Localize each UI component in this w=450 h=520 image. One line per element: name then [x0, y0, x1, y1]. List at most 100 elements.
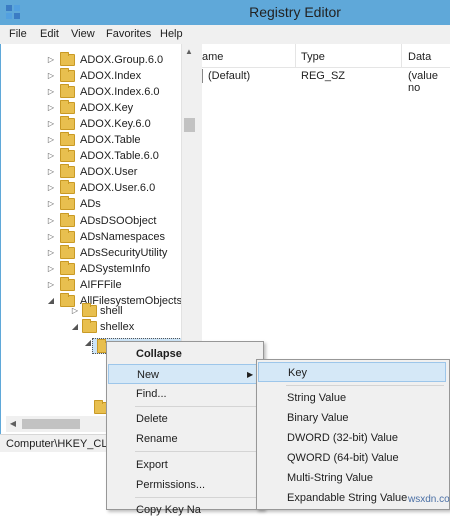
tree-label: AIFFFile	[80, 279, 122, 291]
column-type-header[interactable]: Type	[301, 51, 325, 63]
folder-icon	[60, 148, 75, 162]
menu-label: Rename	[136, 433, 178, 445]
status-path: Computer\HKEY_CL	[6, 438, 108, 450]
tree-row[interactable]: ▷ ADOX.Key	[46, 100, 196, 116]
scroll-up-arrow-icon[interactable]: ▲	[181, 44, 197, 60]
folder-icon	[60, 84, 75, 98]
menu-item-collapse[interactable]: Collapse	[108, 344, 260, 364]
menu-label: Collapse	[136, 348, 182, 360]
tree-label: ADSystemInfo	[80, 263, 151, 275]
tree-row[interactable]: ▷ ADOX.User.6.0	[46, 180, 196, 196]
tree-row[interactable]: ▷ ADOX.Index	[46, 68, 196, 84]
expand-arrow-icon[interactable]: ▷	[46, 132, 56, 148]
column-separator	[295, 44, 296, 67]
expand-arrow-icon[interactable]: ▷	[70, 303, 80, 319]
tree-row[interactable]: ▷ ADsNamespaces	[46, 229, 196, 245]
menu-label: Export	[136, 459, 168, 471]
tree-row[interactable]: ▷ ADOX.Group.6.0	[46, 52, 196, 68]
value-data: (value no	[408, 70, 438, 94]
menu-item-find[interactable]: Find...	[108, 384, 260, 404]
folder-icon	[60, 164, 75, 178]
menu-separator	[135, 451, 259, 452]
folder-icon	[60, 180, 75, 194]
tree-row[interactable]: ▷ ADsDSOObject	[46, 213, 196, 229]
value-name: (Default)	[208, 70, 251, 82]
tree-row[interactable]: ▷ ADsSecurityUtility	[46, 245, 196, 261]
expand-arrow-icon[interactable]: ▷	[46, 261, 56, 277]
expand-arrow-icon[interactable]: ▷	[46, 100, 56, 116]
menu-item-new[interactable]: New ▶	[108, 364, 260, 384]
tree-row[interactable]: ▷ AIFFFile	[46, 277, 196, 293]
tree-label: ADOX.Index.6.0	[80, 86, 160, 98]
menu-label: New	[137, 369, 160, 381]
tree-row[interactable]: ▷ ADOX.Table.6.0	[46, 148, 196, 164]
menu-label: String Value	[287, 392, 347, 404]
submenu-item-qword-value[interactable]: QWORD (64-bit) Value	[258, 448, 446, 468]
expand-arrow-icon[interactable]: ▷	[46, 148, 56, 164]
menu-item-permissions[interactable]: Permissions...	[108, 475, 260, 495]
tree-label: ADOX.User	[80, 166, 138, 178]
expand-arrow-icon[interactable]: ▷	[46, 84, 56, 100]
window-title: Registry Editor	[249, 4, 341, 20]
menu-separator	[135, 406, 259, 407]
menu-favorites[interactable]: Favorites	[106, 28, 151, 40]
values-list-header: ame Type Data	[202, 44, 450, 68]
menu-label: QWORD (64-bit) Value	[287, 452, 399, 464]
menu-item-delete[interactable]: Delete	[108, 409, 260, 429]
submenu-item-key[interactable]: Key	[258, 362, 446, 382]
expand-arrow-icon[interactable]: ▷	[46, 213, 56, 229]
expand-arrow-icon[interactable]: ▷	[46, 68, 56, 84]
expand-arrow-icon[interactable]: ▷	[46, 52, 56, 68]
tree-row-shell[interactable]: ▷ shell	[0, 303, 180, 319]
expand-arrow-icon[interactable]: ▷	[46, 164, 56, 180]
scroll-left-arrow-icon[interactable]: ◀	[6, 416, 20, 432]
submenu-item-dword-value[interactable]: DWORD (32-bit) Value	[258, 428, 446, 448]
folder-icon	[60, 213, 75, 227]
tree-row[interactable]: ▷ ADs	[46, 196, 196, 212]
expand-arrow-icon[interactable]: ▷	[46, 229, 56, 245]
tree-row[interactable]: ▷ ADOX.Index.6.0	[46, 84, 196, 100]
menu-separator	[286, 385, 444, 386]
menu-item-rename[interactable]: Rename	[108, 429, 260, 449]
tree-row[interactable]: ▷ ADSystemInfo	[46, 261, 196, 277]
tree-row[interactable]: ▷ ADOX.Table	[46, 132, 196, 148]
folder-icon	[60, 132, 75, 146]
folder-icon	[60, 100, 75, 114]
horizontal-scroll-thumb[interactable]	[22, 419, 80, 429]
menu-help[interactable]: Help	[160, 28, 183, 40]
tree-row-shellex[interactable]: ◢ shellex	[0, 319, 180, 335]
menu-edit[interactable]: Edit	[40, 28, 59, 40]
tree-label: ADsSecurityUtility	[80, 247, 168, 259]
menu-item-export[interactable]: Export	[108, 455, 260, 475]
menu-bar: File Edit View Favorites Help	[0, 25, 450, 45]
folder-icon	[60, 116, 75, 130]
column-separator	[401, 44, 402, 67]
submenu-item-string-value[interactable]: String Value	[258, 388, 446, 408]
folder-icon	[60, 196, 75, 210]
collapse-arrow-icon[interactable]: ◢	[83, 338, 93, 354]
tree-label: ADOX.Table.6.0	[80, 150, 159, 162]
menu-view[interactable]: View	[71, 28, 95, 40]
menu-item-copy-key-name[interactable]: Copy Key Na	[108, 500, 260, 520]
value-row[interactable]: (Default) REG_SZ (value no	[202, 69, 450, 94]
tree-label: ADs	[80, 198, 101, 210]
tree-label: ADsDSOObject	[80, 215, 157, 227]
expand-arrow-icon[interactable]: ▷	[46, 180, 56, 196]
column-data-header[interactable]: Data	[408, 51, 431, 63]
tree-row[interactable]: ▷ ADOX.User	[46, 164, 196, 180]
collapse-arrow-icon[interactable]: ◢	[70, 319, 80, 335]
column-name-header[interactable]: ame	[202, 51, 223, 63]
submenu-item-multi-string-value[interactable]: Multi-String Value	[258, 468, 446, 488]
tree-row[interactable]: ▷ ADOX.Key.6.0	[46, 116, 196, 132]
value-type: REG_SZ	[301, 70, 346, 82]
submenu-item-binary-value[interactable]: Binary Value	[258, 408, 446, 428]
menu-file[interactable]: File	[9, 28, 27, 40]
menu-label: Permissions...	[136, 479, 206, 491]
folder-icon	[82, 303, 97, 317]
vertical-scroll-thumb[interactable]	[184, 118, 195, 132]
expand-arrow-icon[interactable]: ▷	[46, 245, 56, 261]
expand-arrow-icon[interactable]: ▷	[46, 277, 56, 293]
expand-arrow-icon[interactable]: ▷	[46, 116, 56, 132]
expand-arrow-icon[interactable]: ▷	[46, 196, 56, 212]
tree-label: shellex	[100, 321, 135, 333]
